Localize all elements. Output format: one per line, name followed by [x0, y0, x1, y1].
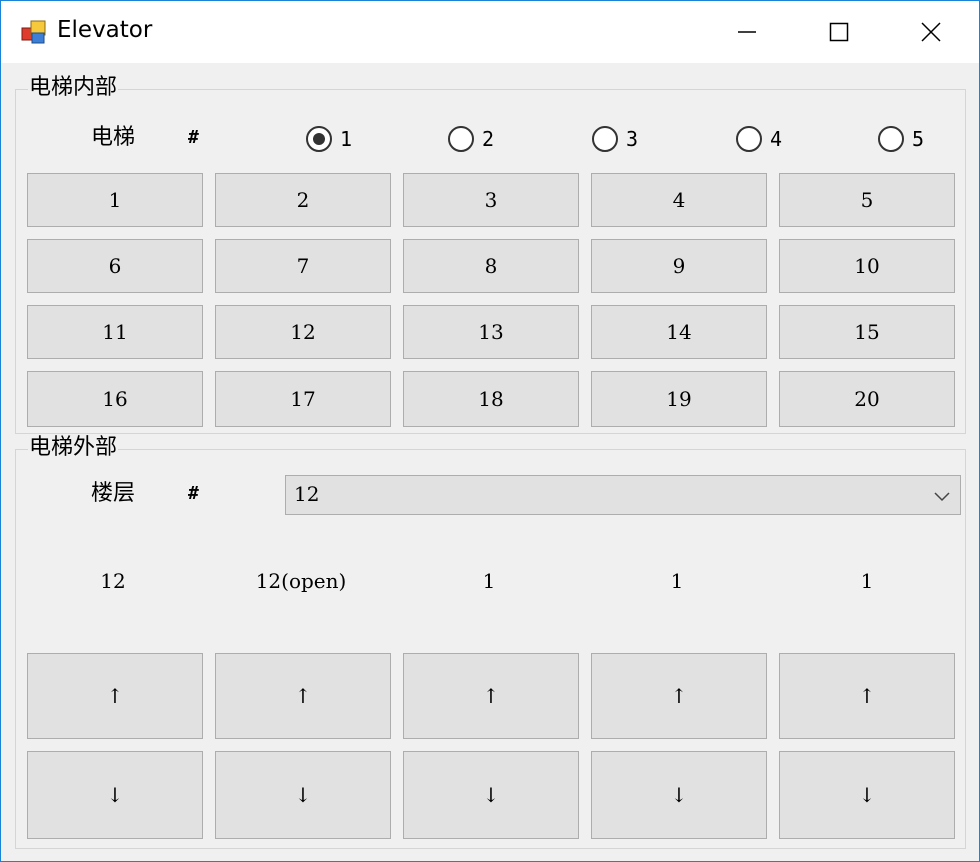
up-call-button-2[interactable]: ↑: [215, 653, 391, 739]
floor-button-16[interactable]: 16: [27, 371, 203, 427]
floor-button-10[interactable]: 10: [779, 239, 955, 293]
up-call-button-4[interactable]: ↑: [591, 653, 767, 739]
radio-circle: [592, 126, 618, 152]
radio-circle: [736, 126, 762, 152]
elevator-radio-3[interactable]: 3: [592, 124, 638, 154]
up-call-button-5[interactable]: ↑: [779, 653, 955, 739]
elevator-2-status: 12(open): [255, 569, 347, 593]
floor-button-14[interactable]: 14: [591, 305, 767, 359]
elevator-5-status: 1: [860, 569, 874, 593]
floor-button-2[interactable]: 2: [215, 173, 391, 227]
floor-hash-label: #: [188, 483, 199, 504]
app-window: Elevator 电梯内部 电梯 # 1 2 3 4 5 1 2 3 4 5 6…: [0, 0, 980, 862]
floor-button-9[interactable]: 9: [591, 239, 767, 293]
close-button[interactable]: [885, 1, 977, 63]
floor-button-13[interactable]: 13: [403, 305, 579, 359]
up-call-button-3[interactable]: ↑: [403, 653, 579, 739]
inside-group-label: 电梯内部: [28, 75, 119, 101]
elevator-radio-4[interactable]: 4: [736, 124, 782, 154]
down-call-button-2[interactable]: ↓: [215, 751, 391, 839]
elevator-radio-2[interactable]: 2: [448, 124, 494, 154]
radio-label: 2: [482, 127, 495, 151]
elevator-1-status: 12: [100, 569, 126, 593]
floor-select-value: 12: [294, 482, 320, 506]
radio-label: 5: [912, 127, 925, 151]
floor-button-8[interactable]: 8: [403, 239, 579, 293]
radio-circle: [448, 126, 474, 152]
maximize-icon: [829, 22, 849, 42]
floor-select[interactable]: 12: [285, 475, 961, 515]
floor-button-17[interactable]: 17: [215, 371, 391, 427]
floor-button-7[interactable]: 7: [215, 239, 391, 293]
up-call-button-1[interactable]: ↑: [27, 653, 203, 739]
radio-selected-dot: [313, 133, 325, 145]
elevator-hash-label: #: [188, 127, 199, 148]
radio-circle: [306, 126, 332, 152]
close-icon: [921, 22, 941, 42]
down-call-button-5[interactable]: ↓: [779, 751, 955, 839]
window-title: Elevator: [57, 17, 153, 43]
outside-group-label: 电梯外部: [28, 435, 119, 461]
floor-button-3[interactable]: 3: [403, 173, 579, 227]
floor-button-6[interactable]: 6: [27, 239, 203, 293]
floor-button-4[interactable]: 4: [591, 173, 767, 227]
elevator-radio-5[interactable]: 5: [878, 124, 924, 154]
elevator-label: 电梯: [91, 125, 136, 150]
floor-button-18[interactable]: 18: [403, 371, 579, 427]
minimize-button[interactable]: [701, 1, 793, 63]
elevator-3-status: 1: [482, 569, 496, 593]
minimize-icon: [738, 31, 756, 33]
chevron-down-icon[interactable]: [932, 486, 952, 506]
elevator-radio-1[interactable]: 1: [306, 124, 352, 154]
floor-label: 楼层: [91, 481, 136, 506]
elevator-4-status: 1: [670, 569, 684, 593]
maximize-button[interactable]: [793, 1, 885, 63]
down-call-button-1[interactable]: ↓: [27, 751, 203, 839]
title-bar[interactable]: Elevator: [1, 1, 979, 63]
radio-circle: [878, 126, 904, 152]
floor-button-1[interactable]: 1: [27, 173, 203, 227]
radio-label: 1: [340, 127, 353, 151]
floor-button-19[interactable]: 19: [591, 371, 767, 427]
floor-button-5[interactable]: 5: [779, 173, 955, 227]
down-call-button-4[interactable]: ↓: [591, 751, 767, 839]
floor-button-12[interactable]: 12: [215, 305, 391, 359]
floor-button-20[interactable]: 20: [779, 371, 955, 427]
radio-label: 3: [626, 127, 639, 151]
down-call-button-3[interactable]: ↓: [403, 751, 579, 839]
floor-button-15[interactable]: 15: [779, 305, 955, 359]
radio-label: 4: [770, 127, 783, 151]
floor-button-11[interactable]: 11: [27, 305, 203, 359]
app-icon: [21, 20, 46, 44]
